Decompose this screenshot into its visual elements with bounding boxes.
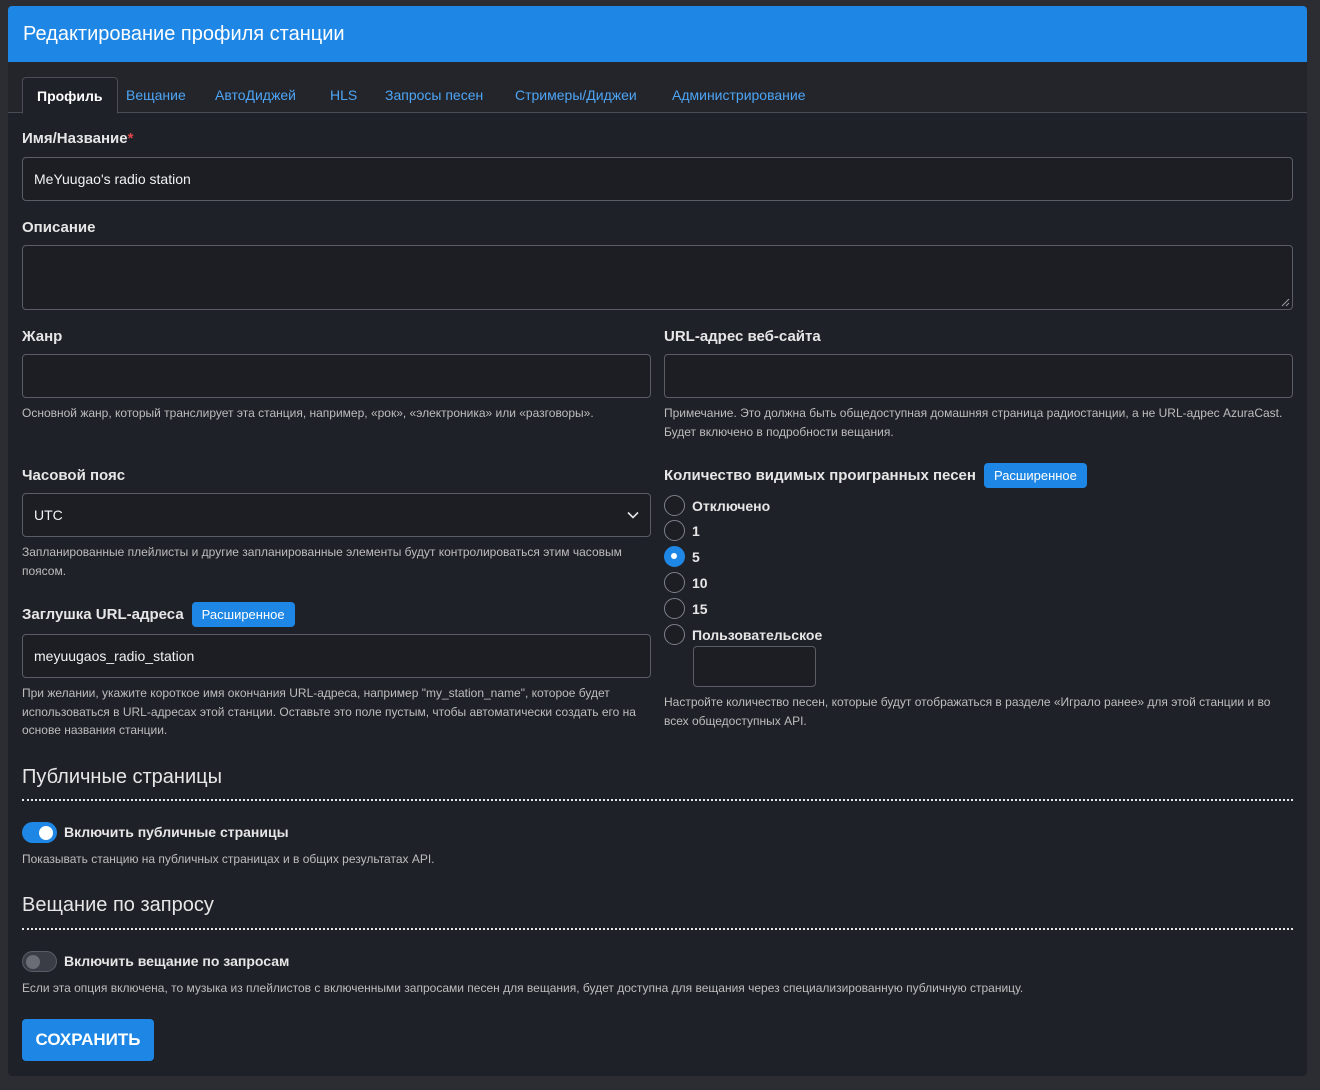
public-pages-heading: Публичные страницы — [22, 766, 222, 788]
on-demand-help: Если эта опция включена, то музыка из пл… — [22, 981, 1024, 995]
radio-button[interactable] — [664, 495, 685, 516]
name-input[interactable]: MeYuugao's radio station — [22, 157, 1293, 201]
short-name-label-text: Заглушка URL-адреса — [22, 606, 184, 623]
toggle-knob — [26, 955, 40, 969]
timezone-select[interactable]: UTC — [22, 493, 651, 537]
section-divider — [22, 928, 1293, 930]
tab-streamers-djs[interactable]: Стримеры/Диджеи — [515, 77, 637, 113]
advanced-badge: Расширенное — [191, 602, 295, 627]
timezone-label: Часовой пояс — [22, 467, 126, 484]
resize-handle-icon[interactable] — [1281, 298, 1290, 307]
custom-history-input[interactable] — [693, 646, 816, 687]
website-label: URL-адрес веб-сайта — [664, 328, 821, 345]
edit-station-profile-card: Редактирование профиля станции Профиль В… — [8, 6, 1307, 1076]
radio-button[interactable] — [664, 624, 685, 645]
tab-hls[interactable]: HLS — [330, 77, 357, 113]
website-help: Примечание. Это должна быть общедоступна… — [664, 406, 1283, 439]
radio-label: 10 — [692, 574, 708, 591]
timezone-value: UTC — [34, 507, 63, 523]
short-name-help: При желании, укажите короткое имя оконча… — [22, 686, 636, 737]
on-demand-heading: Вещание по запросу — [22, 894, 214, 916]
on-demand-toggle-label[interactable]: Включить вещание по запросам — [64, 953, 289, 969]
description-textarea[interactable] — [22, 245, 1293, 310]
tab-bar: Профиль Вещание АвтоДиджей HLS Запросы п… — [8, 62, 1307, 114]
section-divider — [22, 799, 1293, 801]
short-name-input[interactable]: meyuugaos_radio_station — [22, 634, 651, 678]
radio-label: Отключено — [692, 497, 771, 514]
description-label: Описание — [22, 219, 96, 236]
radio-option-disabled[interactable]: Отключено — [664, 495, 770, 516]
name-input-value: MeYuugao's radio station — [34, 171, 191, 187]
required-mark: * — [127, 130, 134, 147]
page-title: Редактирование профиля станции — [8, 6, 1307, 62]
history-label-text: Количество видимых проигранных песен — [664, 467, 976, 484]
genre-label: Жанр — [22, 328, 63, 345]
history-help: Настройте количество песен, которые буду… — [664, 695, 1271, 728]
radio-option-5[interactable]: 5 — [664, 546, 700, 567]
public-pages-toggle[interactable] — [22, 822, 57, 843]
radio-option-1[interactable]: 1 — [664, 520, 700, 541]
website-input[interactable] — [664, 354, 1293, 398]
public-pages-toggle-label[interactable]: Включить публичные страницы — [64, 824, 289, 840]
tab-administration[interactable]: Администрирование — [672, 77, 806, 113]
on-demand-toggle[interactable] — [22, 951, 57, 972]
history-label: Количество видимых проигранных песен Рас… — [664, 463, 1087, 488]
toggle-knob — [39, 825, 53, 840]
radio-label: Пользовательское — [692, 626, 823, 643]
genre-input[interactable] — [22, 354, 651, 398]
advanced-badge: Расширенное — [983, 463, 1087, 488]
short-name-value: meyuugaos_radio_station — [34, 648, 195, 664]
short-name-label: Заглушка URL-адреса Расширенное — [22, 602, 295, 627]
radio-label: 5 — [692, 548, 700, 565]
radio-button[interactable] — [664, 520, 685, 541]
radio-option-custom[interactable]: Пользовательское — [664, 624, 822, 645]
radio-button[interactable] — [664, 572, 685, 593]
tab-profile[interactable]: Профиль — [22, 77, 118, 114]
name-label-text: Имя/Название — [22, 130, 128, 147]
chevron-down-icon — [627, 511, 639, 519]
radio-button[interactable] — [664, 598, 685, 619]
tab-autodj[interactable]: АвтоДиджей — [215, 77, 296, 113]
genre-help: Основной жанр, который транслирует эта с… — [22, 406, 594, 420]
radio-label: 15 — [692, 600, 708, 617]
timezone-help: Запланированные плейлисты и другие запла… — [22, 545, 622, 578]
radio-label: 1 — [692, 522, 700, 539]
public-pages-help: Показывать станцию на публичных страница… — [22, 852, 435, 866]
radio-option-10[interactable]: 10 — [664, 572, 708, 593]
name-label: Имя/Название* — [22, 130, 133, 147]
save-button[interactable]: СОХРАНИТЬ — [22, 1019, 154, 1061]
tab-song-requests[interactable]: Запросы песен — [385, 77, 483, 113]
tab-broadcasting[interactable]: Вещание — [126, 77, 186, 113]
radio-option-15[interactable]: 15 — [664, 598, 708, 619]
radio-button-checked[interactable] — [664, 546, 685, 567]
